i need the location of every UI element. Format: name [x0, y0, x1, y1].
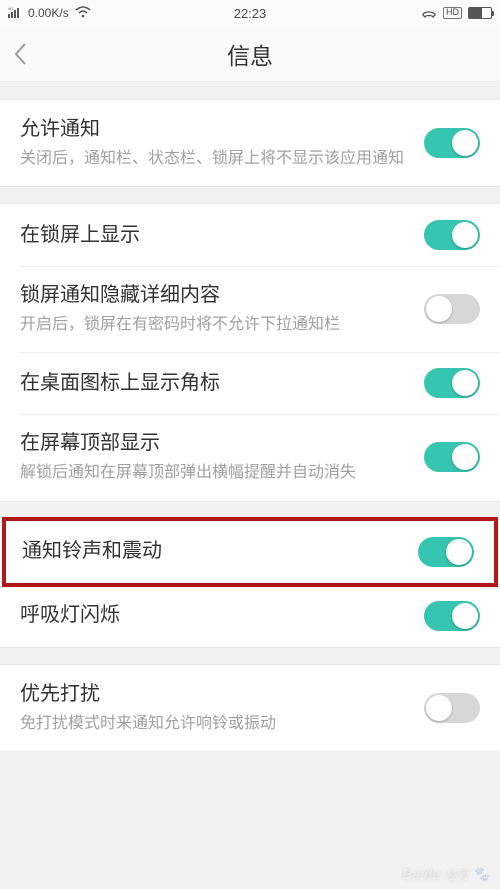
page-title: 信息	[227, 37, 273, 71]
row-priority-interrupt[interactable]: 优先打扰 免打扰模式时来通知允许响铃或振动	[0, 665, 500, 751]
divider	[0, 82, 500, 100]
row-title: 呼吸灯闪烁	[20, 602, 410, 629]
row-title: 在桌面图标上显示角标	[20, 370, 410, 397]
row-icon-badge[interactable]: 在桌面图标上显示角标	[0, 352, 500, 414]
settings-group: 在锁屏上显示 锁屏通知隐藏详细内容 开启后，锁屏在有密码时将不允许下拉通知栏 在…	[0, 204, 500, 500]
row-banner-top[interactable]: 在屏幕顶部显示 解锁后通知在屏幕顶部弹出横幅提醒并自动消失	[0, 414, 500, 500]
row-title: 在屏幕顶部显示	[20, 430, 410, 457]
toggle-lockscreen-show[interactable]	[424, 220, 480, 250]
row-subtitle: 解锁后通知在屏幕顶部弹出横幅提醒并自动消失	[20, 461, 410, 484]
toggle-allow-notifications[interactable]	[424, 128, 480, 158]
settings-group: 通知铃声和震动 呼吸灯闪烁	[0, 517, 500, 647]
settings-group: 允许通知 关闭后，通知栏、状态栏、锁屏上将不显示该应用通知	[0, 100, 500, 186]
toggle-banner-top[interactable]	[424, 442, 480, 472]
wifi-icon	[75, 6, 91, 21]
paw-icon: 🐾	[472, 866, 490, 882]
row-subtitle: 免打扰模式时来通知允许响铃或振动	[20, 712, 410, 735]
header: 信息	[0, 26, 500, 82]
status-time: 22:23	[234, 6, 267, 21]
watermark: Baidu 经验🐾	[402, 866, 490, 883]
toggle-priority-interrupt[interactable]	[424, 693, 480, 723]
row-sound-vibrate[interactable]: 通知铃声和震动	[6, 521, 494, 583]
row-title: 锁屏通知隐藏详细内容	[20, 282, 410, 309]
back-button[interactable]	[12, 26, 52, 82]
signal-icon: 4G	[8, 6, 22, 21]
row-subtitle: 开启后，锁屏在有密码时将不允许下拉通知栏	[20, 313, 410, 336]
row-lockscreen-hide-details[interactable]: 锁屏通知隐藏详细内容 开启后，锁屏在有密码时将不允许下拉通知栏	[0, 266, 500, 352]
row-title: 优先打扰	[20, 681, 410, 708]
hd-badge: HD	[443, 7, 462, 19]
row-title: 通知铃声和震动	[22, 538, 404, 565]
row-subtitle: 关闭后，通知栏、状态栏、锁屏上将不显示该应用通知	[20, 147, 410, 170]
row-led-blink[interactable]: 呼吸灯闪烁	[0, 585, 500, 647]
toggle-icon-badge[interactable]	[424, 368, 480, 398]
svg-text:4G: 4G	[8, 6, 13, 11]
battery-icon	[468, 7, 492, 19]
row-lockscreen-show[interactable]: 在锁屏上显示	[0, 204, 500, 266]
divider	[0, 647, 500, 665]
settings-group: 优先打扰 免打扰模式时来通知允许响铃或振动	[0, 665, 500, 751]
row-title: 在锁屏上显示	[20, 222, 410, 249]
toggle-sound-vibrate[interactable]	[418, 537, 474, 567]
net-speed: 0.00K/s	[28, 6, 69, 20]
toggle-lockscreen-hide-details[interactable]	[424, 294, 480, 324]
row-title: 允许通知	[20, 116, 410, 143]
highlight-annotation: 通知铃声和震动	[2, 517, 498, 587]
toggle-led-blink[interactable]	[424, 601, 480, 631]
divider	[0, 186, 500, 204]
phone-icon	[421, 5, 437, 22]
row-allow-notifications[interactable]: 允许通知 关闭后，通知栏、状态栏、锁屏上将不显示该应用通知	[0, 100, 500, 186]
status-bar: 4G 0.00K/s 22:23 HD	[0, 0, 500, 26]
